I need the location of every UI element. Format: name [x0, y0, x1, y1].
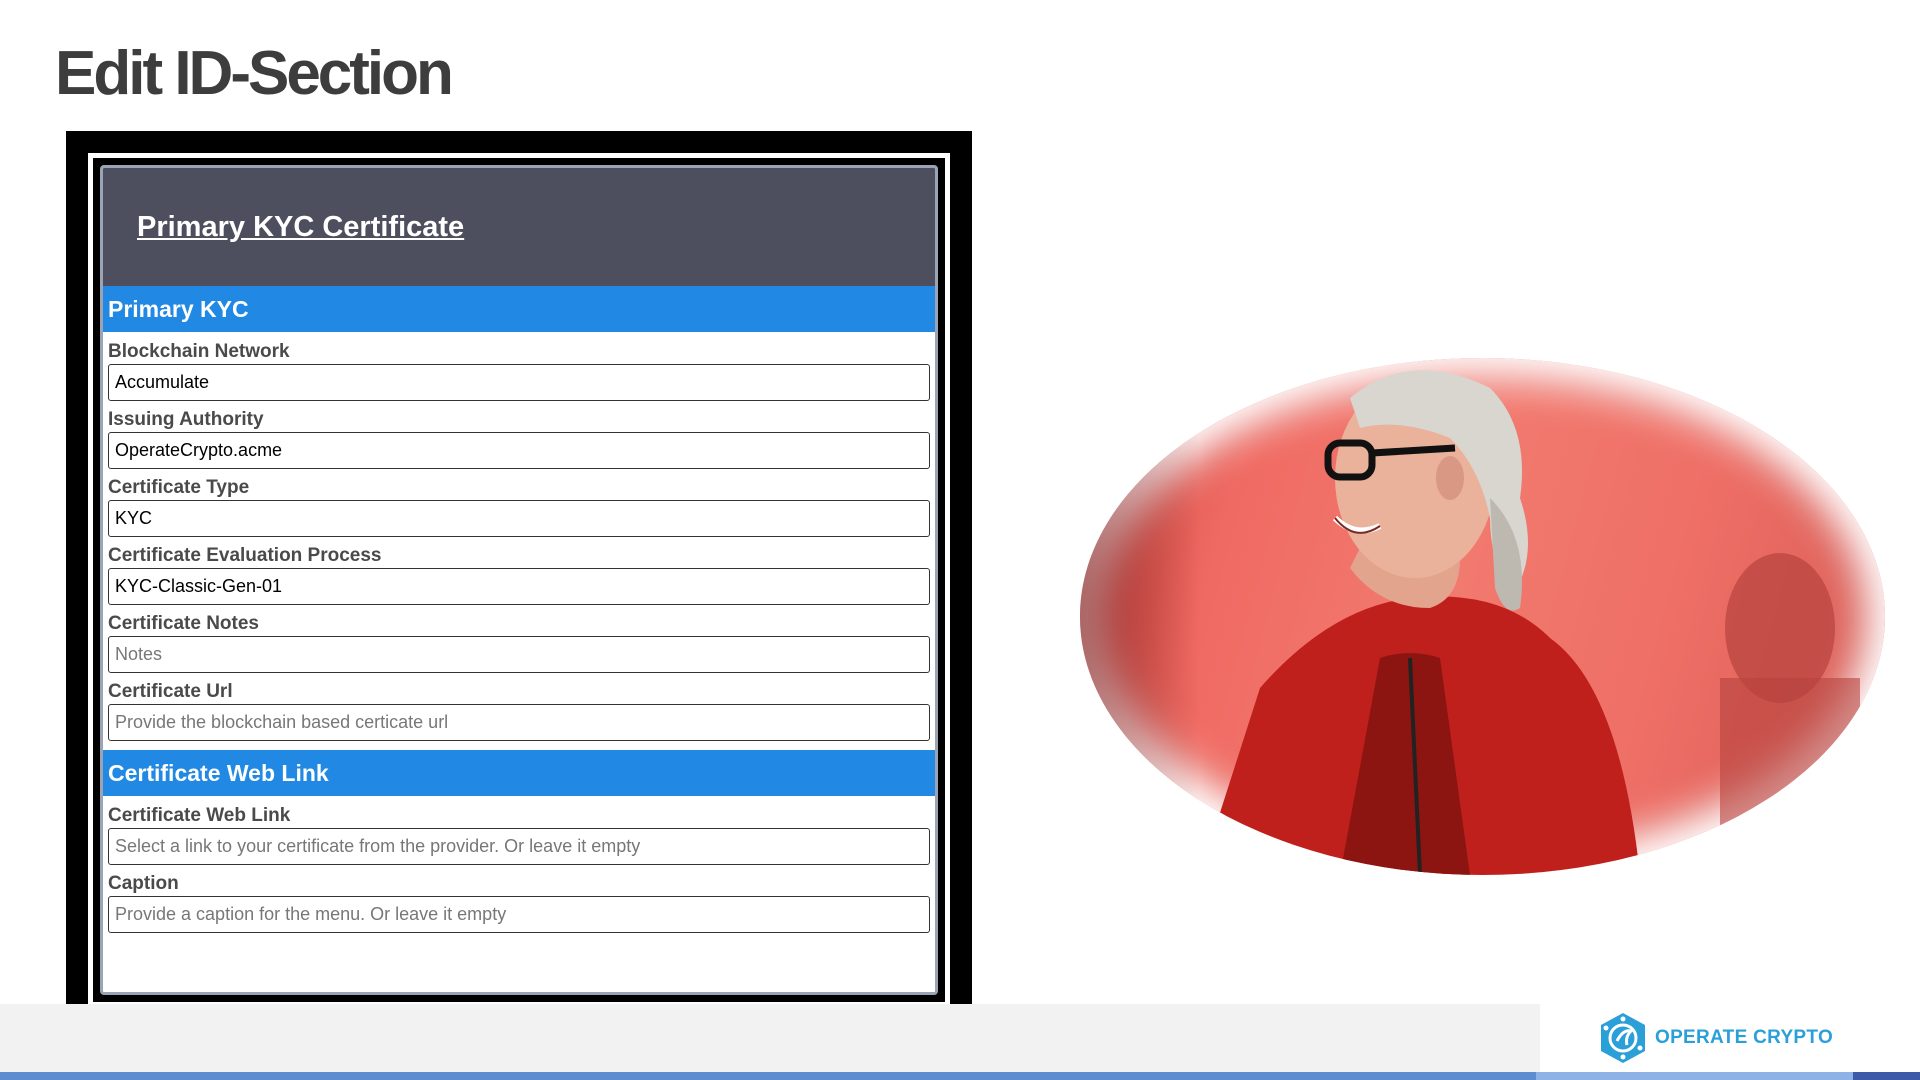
issuing-authority-field-group: Issuing Authority	[108, 408, 930, 469]
form-title: Primary KYC Certificate	[137, 210, 465, 243]
certificate-web-link-field-group: Certificate Web Link	[108, 804, 930, 865]
woman-figure-icon	[1200, 370, 1860, 875]
certificate-url-field-group: Certificate Url	[108, 680, 930, 741]
certificate-web-link-input[interactable]	[108, 828, 930, 865]
certificate-notes-label: Certificate Notes	[108, 613, 259, 634]
operate-crypto-logo: OPERATE CRYPTO	[1540, 1004, 1920, 1072]
primary-kyc-fields: Blockchain Network Issuing Authority Cer…	[103, 332, 935, 750]
caption-input[interactable]	[108, 896, 930, 933]
certificate-evaluation-process-input[interactable]	[108, 568, 930, 605]
operate-crypto-logo-icon	[1601, 1013, 1645, 1063]
certificate-type-label: Certificate Type	[108, 477, 250, 498]
kyc-form-panel: Primary KYC Certificate Primary KYC Bloc…	[100, 165, 938, 995]
issuing-authority-input[interactable]	[108, 432, 930, 469]
page-title: Edit ID-Section	[55, 39, 454, 108]
certificate-type-field-group: Certificate Type	[108, 476, 930, 537]
certificate-url-label: Certificate Url	[108, 681, 233, 702]
screenshot-frame: Primary KYC Certificate Primary KYC Bloc…	[66, 131, 972, 1029]
form-header: Primary KYC Certificate	[103, 168, 935, 286]
caption-field-group: Caption	[108, 872, 930, 933]
certificate-notes-field-group: Certificate Notes	[108, 612, 930, 673]
certificate-evaluation-process-field-group: Certificate Evaluation Process	[108, 544, 930, 605]
certificate-type-input[interactable]	[108, 500, 930, 537]
certificate-evaluation-process-label: Certificate Evaluation Process	[108, 545, 382, 566]
caption-label: Caption	[108, 873, 179, 894]
blockchain-network-field-group: Blockchain Network	[108, 340, 930, 401]
section-heading-primary-kyc: Primary KYC	[103, 286, 935, 332]
bottom-accent-stripe	[0, 1072, 1920, 1080]
section-heading-certificate-web-link: Certificate Web Link	[103, 750, 935, 796]
certificate-web-link-label: Certificate Web Link	[108, 805, 291, 826]
smiling-woman-photo	[1080, 358, 1885, 875]
certificate-notes-input[interactable]	[108, 636, 930, 673]
certificate-url-input[interactable]	[108, 704, 930, 741]
issuing-authority-label: Issuing Authority	[108, 409, 264, 430]
web-link-fields: Certificate Web Link Caption	[103, 796, 935, 946]
blockchain-network-input[interactable]	[108, 364, 930, 401]
blockchain-network-label: Blockchain Network	[108, 341, 290, 362]
logo-text: OPERATE CRYPTO	[1655, 1027, 1834, 1048]
